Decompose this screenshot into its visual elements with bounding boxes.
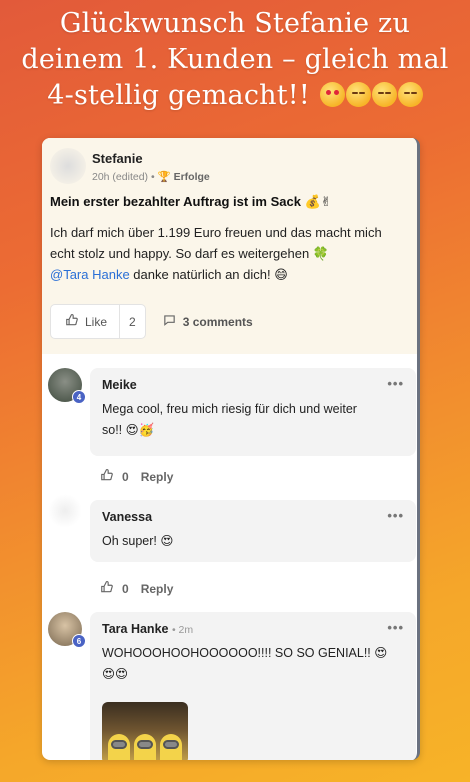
like-control: Like 2	[50, 304, 146, 339]
comment-time: • 2m	[171, 624, 194, 636]
commenter-avatar[interactable]	[48, 494, 82, 528]
level-badge: 4	[72, 390, 86, 404]
comment-bubble: Vanessa ••• Oh super! 😍	[90, 500, 416, 562]
commenter-name[interactable]: Meike	[102, 378, 404, 392]
headline-line-2: deinem 1. Kunden – gleich mal	[21, 44, 449, 75]
like-button[interactable]: Like	[51, 305, 121, 338]
thumbs-up-icon[interactable]	[100, 468, 114, 485]
post-meta: 20h (edited) • 🏆 Erfolge	[92, 171, 210, 183]
mention-link[interactable]: @Tara Hanke	[50, 267, 130, 282]
more-options-icon[interactable]: •••	[387, 376, 404, 391]
comment-like-count: 0	[122, 581, 129, 596]
commenter-name[interactable]: Tara Hanke • 2m	[102, 622, 404, 636]
thumbs-up-icon[interactable]	[100, 580, 114, 597]
post-body: Ich darf mich über 1.199 Euro freuen und…	[50, 225, 382, 282]
minions-gif[interactable]	[102, 702, 188, 760]
comment-bubble: Meike ••• Mega cool, freu mich riesig fü…	[90, 368, 416, 456]
reply-button[interactable]: Reply	[141, 582, 174, 596]
party-face-emoji-icon	[345, 82, 371, 107]
more-options-icon[interactable]: •••	[387, 508, 404, 523]
comment-actions: 0 Reply	[100, 468, 173, 485]
post-category[interactable]: Erfolge	[174, 171, 210, 183]
comment-bubble-icon	[162, 313, 177, 330]
comments-link[interactable]: 3 comments	[162, 313, 253, 330]
comment-text: Mega cool, freu mich riesig für dich und…	[102, 402, 357, 437]
party-face-emoji-icon	[397, 82, 423, 107]
level-badge: 6	[72, 634, 86, 648]
post-title: Mein erster bezahlter Auftrag ist im Sac…	[50, 194, 332, 209]
commenter-name[interactable]: Vanessa	[102, 510, 404, 524]
post-author[interactable]: Stefanie	[92, 151, 210, 166]
story-headline: Glückwunsch Stefanie zu deinem 1. Kunden…	[0, 6, 470, 114]
post: Stefanie 20h (edited) • 🏆 Erfolge Mein e…	[42, 138, 417, 354]
thumbs-up-icon	[65, 313, 79, 330]
heart-eyes-emoji-icon	[319, 82, 345, 107]
more-options-icon[interactable]: •••	[387, 620, 404, 635]
comment-actions: 0 Reply	[100, 580, 173, 597]
like-count[interactable]: 2	[120, 315, 145, 329]
headline-line-1: Glückwunsch Stefanie zu	[59, 8, 411, 39]
trophy-icon: 🏆	[157, 171, 171, 183]
post-time: 20h (edited)	[92, 171, 149, 183]
post-header: Stefanie 20h (edited) • 🏆 Erfolge	[50, 148, 409, 184]
headline-line-3: 4-stellig gemacht!!	[0, 78, 470, 114]
author-avatar[interactable]	[50, 148, 86, 184]
comment-like-count: 0	[122, 469, 129, 484]
reply-button[interactable]: Reply	[141, 470, 174, 484]
party-face-emoji-icon	[371, 82, 397, 107]
post-actions: Like 2 3 comments	[50, 304, 253, 339]
comment-text: Oh super! 😍	[102, 534, 174, 548]
post-card: Stefanie 20h (edited) • 🏆 Erfolge Mein e…	[42, 138, 420, 760]
comment-text: WOHOOOHOOHOOOOOO!!!! SO SO GENIAL!! 😍 😍😍	[102, 646, 388, 681]
